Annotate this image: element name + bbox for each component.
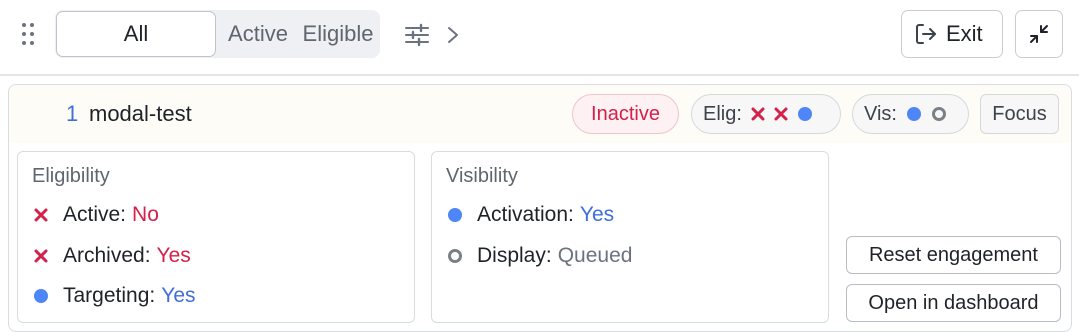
eligibility-row-targeting: Targeting: Yes	[32, 281, 196, 311]
sliders-icon[interactable]	[404, 22, 430, 48]
vis-label: Vis:	[864, 102, 897, 125]
row-label: Display:	[477, 244, 552, 267]
exit-button[interactable]: Exit	[901, 10, 1003, 58]
collapse-button[interactable]	[1015, 10, 1063, 58]
toolbar: All Active Eligible Exit	[0, 0, 1079, 72]
chevron-right-icon[interactable]	[445, 22, 461, 48]
elig-label: Elig:	[703, 102, 742, 125]
row-value: Yes	[156, 244, 191, 267]
visibility-row-activation: Activation: Yes	[446, 200, 614, 230]
eligibility-summary-pill: Elig:	[691, 94, 841, 134]
dot-icon	[797, 106, 813, 122]
filter-all-button[interactable]: All	[56, 11, 216, 57]
open-in-dashboard-button[interactable]: Open in dashboard	[846, 284, 1061, 322]
x-icon	[774, 107, 788, 121]
row-label: Active:	[63, 203, 127, 226]
experiment-card: 1 modal-test Inactive Elig: Vis: Focus E…	[8, 84, 1072, 332]
item-name: modal-test	[89, 101, 192, 126]
row-value: Queued	[557, 244, 633, 267]
visibility-row-display: Display: Queued	[446, 241, 632, 271]
visibility-panel: Visibility Activation: Yes Display: Queu…	[431, 151, 829, 323]
exit-label: Exit	[946, 21, 983, 46]
filter-active-button[interactable]: Active	[219, 10, 297, 58]
drag-handle-icon[interactable]	[22, 23, 36, 47]
visibility-title: Visibility	[446, 165, 518, 187]
exit-icon	[916, 24, 936, 44]
reset-engagement-button[interactable]: Reset engagement	[846, 236, 1061, 274]
eligibility-panel: Eligibility Active: No Archived: Yes Tar…	[17, 151, 415, 323]
filter-segmented-control: All Active Eligible	[55, 10, 380, 58]
x-icon	[751, 107, 765, 121]
dot-icon	[32, 287, 50, 305]
eligibility-title: Eligibility	[32, 165, 110, 187]
row-index: 1	[66, 101, 79, 126]
visibility-summary-pill: Vis:	[852, 94, 969, 134]
collapse-icon	[1030, 25, 1048, 43]
filter-eligible-button[interactable]: Eligible	[297, 10, 379, 58]
card-header: 1 modal-test Inactive Elig: Vis: Focus	[9, 85, 1071, 143]
ring-icon	[931, 106, 947, 122]
row-value: No	[132, 203, 159, 226]
eligibility-row-archived: Archived: Yes	[32, 241, 191, 271]
eligibility-row-active: Active: No	[32, 200, 159, 230]
status-badge: Inactive	[572, 94, 679, 134]
dot-icon	[906, 106, 922, 122]
focus-button[interactable]: Focus	[980, 94, 1059, 134]
x-icon	[32, 247, 50, 265]
row-label: Targeting:	[63, 284, 156, 307]
x-icon	[32, 206, 50, 224]
row-value: Yes	[161, 284, 196, 307]
row-label: Activation:	[477, 203, 574, 226]
row-label: Archived:	[63, 244, 151, 267]
toolbar-divider	[0, 74, 1079, 76]
dot-icon	[446, 206, 464, 224]
ring-icon	[446, 247, 464, 265]
row-value: Yes	[579, 203, 615, 226]
